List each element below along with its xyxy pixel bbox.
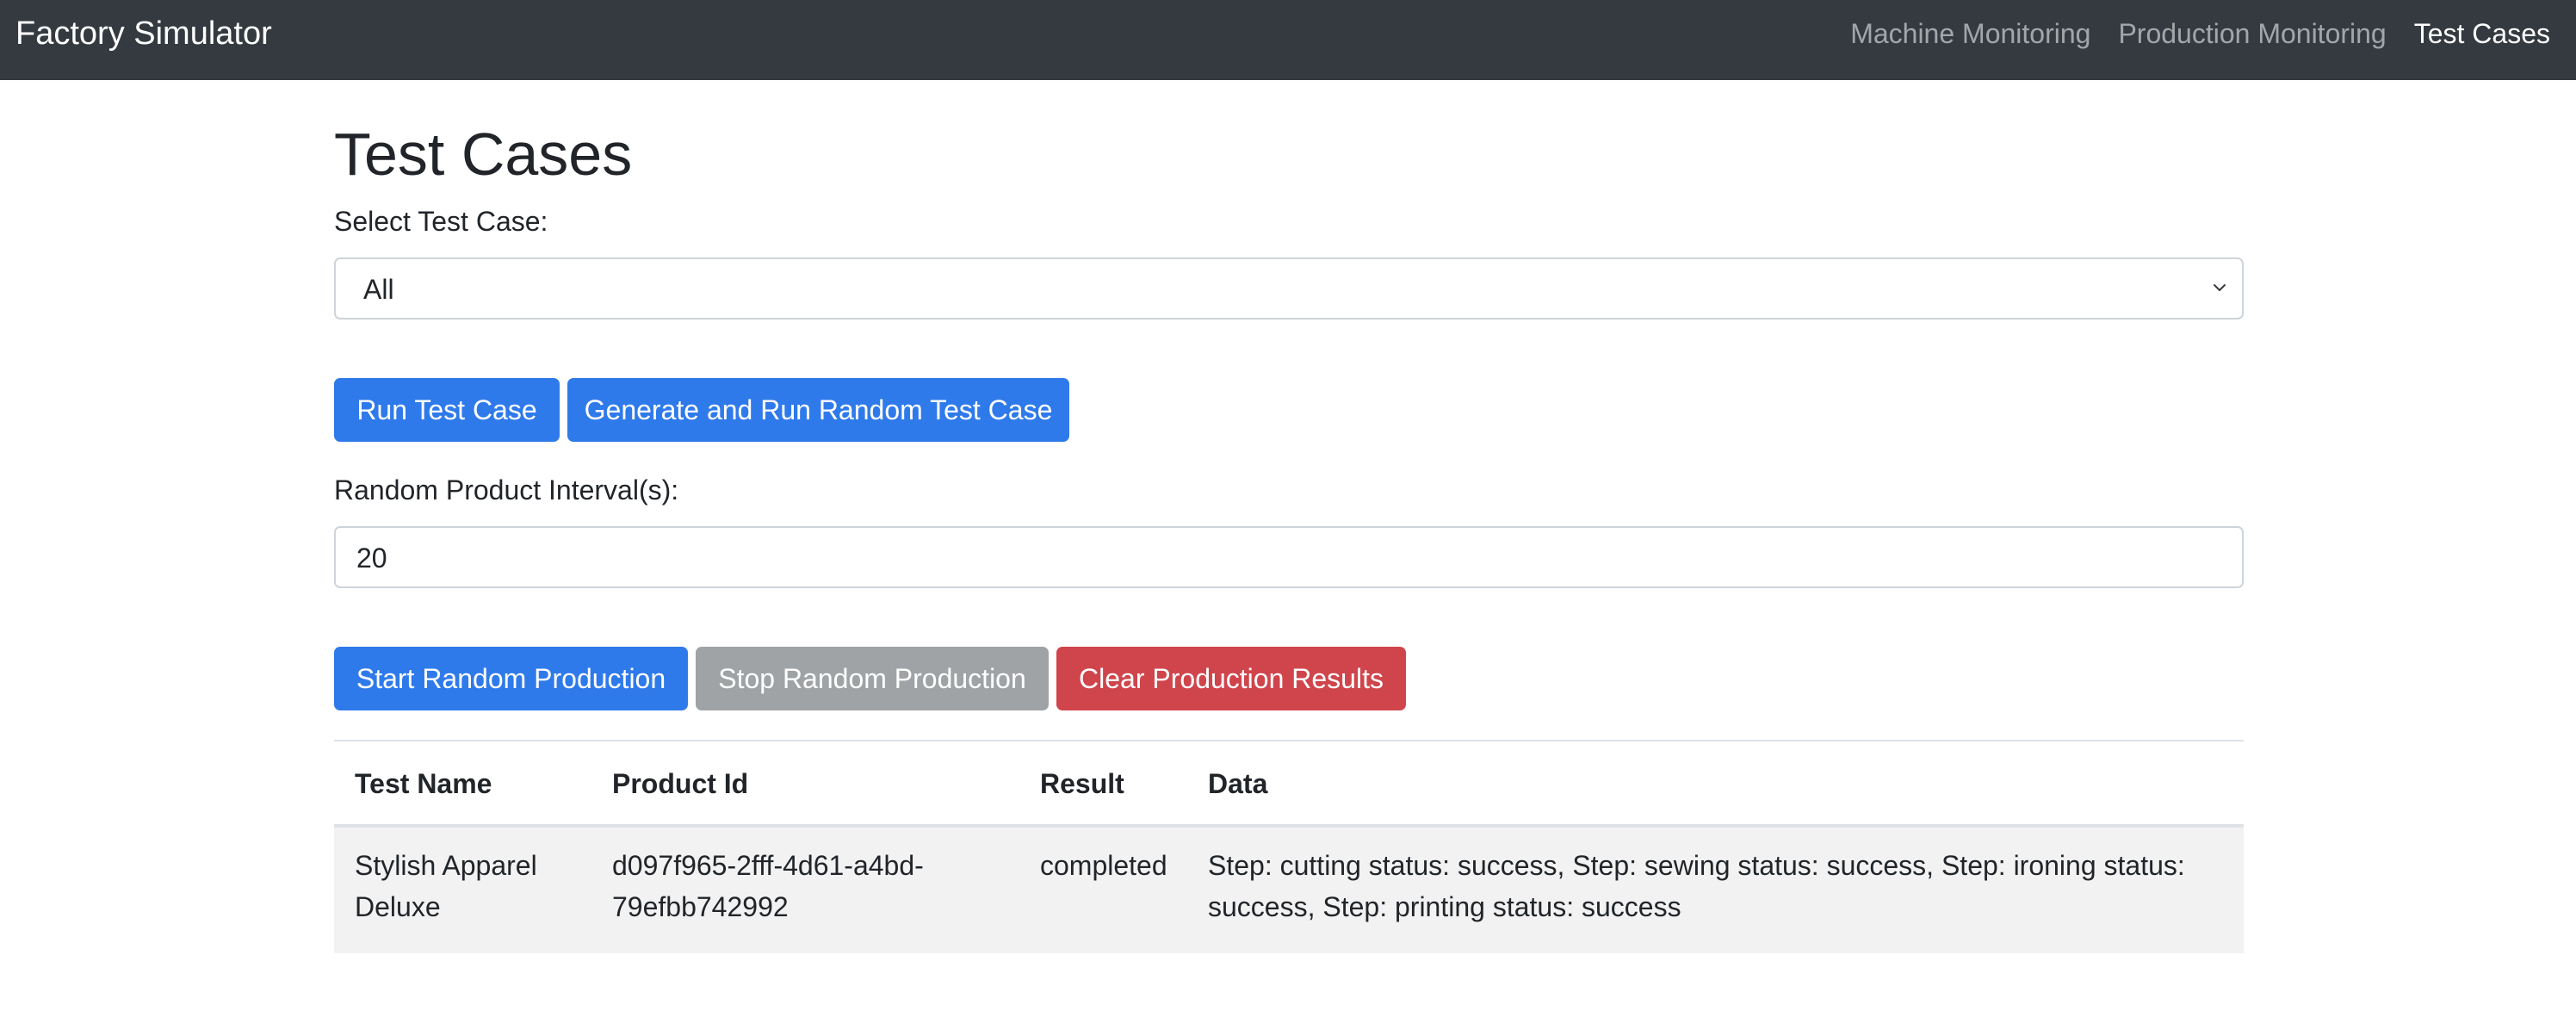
test-case-select-value: All bbox=[363, 274, 394, 305]
run-test-case-button[interactable]: Run Test Case bbox=[334, 378, 560, 442]
generate-random-test-case-button[interactable]: Generate and Run Random Test Case bbox=[567, 378, 1069, 442]
nav-link-production-monitoring[interactable]: Production Monitoring bbox=[2118, 16, 2386, 52]
random-interval-label: Random Product Interval(s): bbox=[334, 474, 679, 505]
select-test-case-label: Select Test Case: bbox=[334, 206, 548, 237]
cell-test-name-line: Stylish Apparel bbox=[355, 850, 537, 881]
test-case-select[interactable]: All bbox=[334, 257, 2244, 319]
column-header-test-name: Test Name bbox=[355, 768, 492, 799]
random-interval-input[interactable]: 20 bbox=[334, 526, 2244, 588]
stop-random-production-button[interactable]: Stop Random Production bbox=[696, 647, 1049, 710]
cell-test-name: Stylish Apparel Deluxe bbox=[355, 845, 537, 927]
table-row: Stylish Apparel Deluxe d097f965-2fff-4d6… bbox=[334, 828, 2244, 953]
start-random-production-button[interactable]: Start Random Production bbox=[334, 647, 688, 710]
cell-data: Step: cutting status: success, Step: sew… bbox=[1208, 845, 2185, 927]
clear-production-results-button[interactable]: Clear Production Results bbox=[1056, 647, 1406, 710]
table-header: Test Name Product Id Result Data bbox=[334, 741, 2244, 828]
cell-product-id: d097f965-2fff-4d61-a4bd- 79efbb742992 bbox=[612, 845, 924, 927]
cell-data-line: Step: cutting status: success, Step: sew… bbox=[1208, 850, 2185, 881]
chevron-down-icon bbox=[2214, 284, 2226, 291]
nav-link-test-cases[interactable]: Test Cases bbox=[2414, 16, 2550, 52]
column-header-result: Result bbox=[1040, 768, 1124, 799]
random-interval-input-value: 20 bbox=[356, 543, 387, 574]
cell-product-id-line: 79efbb742992 bbox=[612, 891, 789, 922]
column-header-data: Data bbox=[1208, 768, 1268, 799]
top-navbar: Factory Simulator Machine Monitoring Pro… bbox=[0, 0, 2576, 80]
cell-test-name-line: Deluxe bbox=[355, 891, 441, 922]
nav-link-machine-monitoring[interactable]: Machine Monitoring bbox=[1850, 16, 2090, 52]
nav-links: Machine Monitoring Production Monitoring… bbox=[1850, 16, 2550, 52]
page-title: Test Cases bbox=[334, 121, 633, 188]
column-header-product-id: Product Id bbox=[612, 768, 749, 799]
cell-data-line: success, Step: printing status: success bbox=[1208, 891, 1681, 922]
cell-product-id-line: d097f965-2fff-4d61-a4bd- bbox=[612, 850, 924, 881]
brand-link[interactable]: Factory Simulator bbox=[15, 14, 272, 53]
cell-result: completed bbox=[1040, 850, 1167, 881]
